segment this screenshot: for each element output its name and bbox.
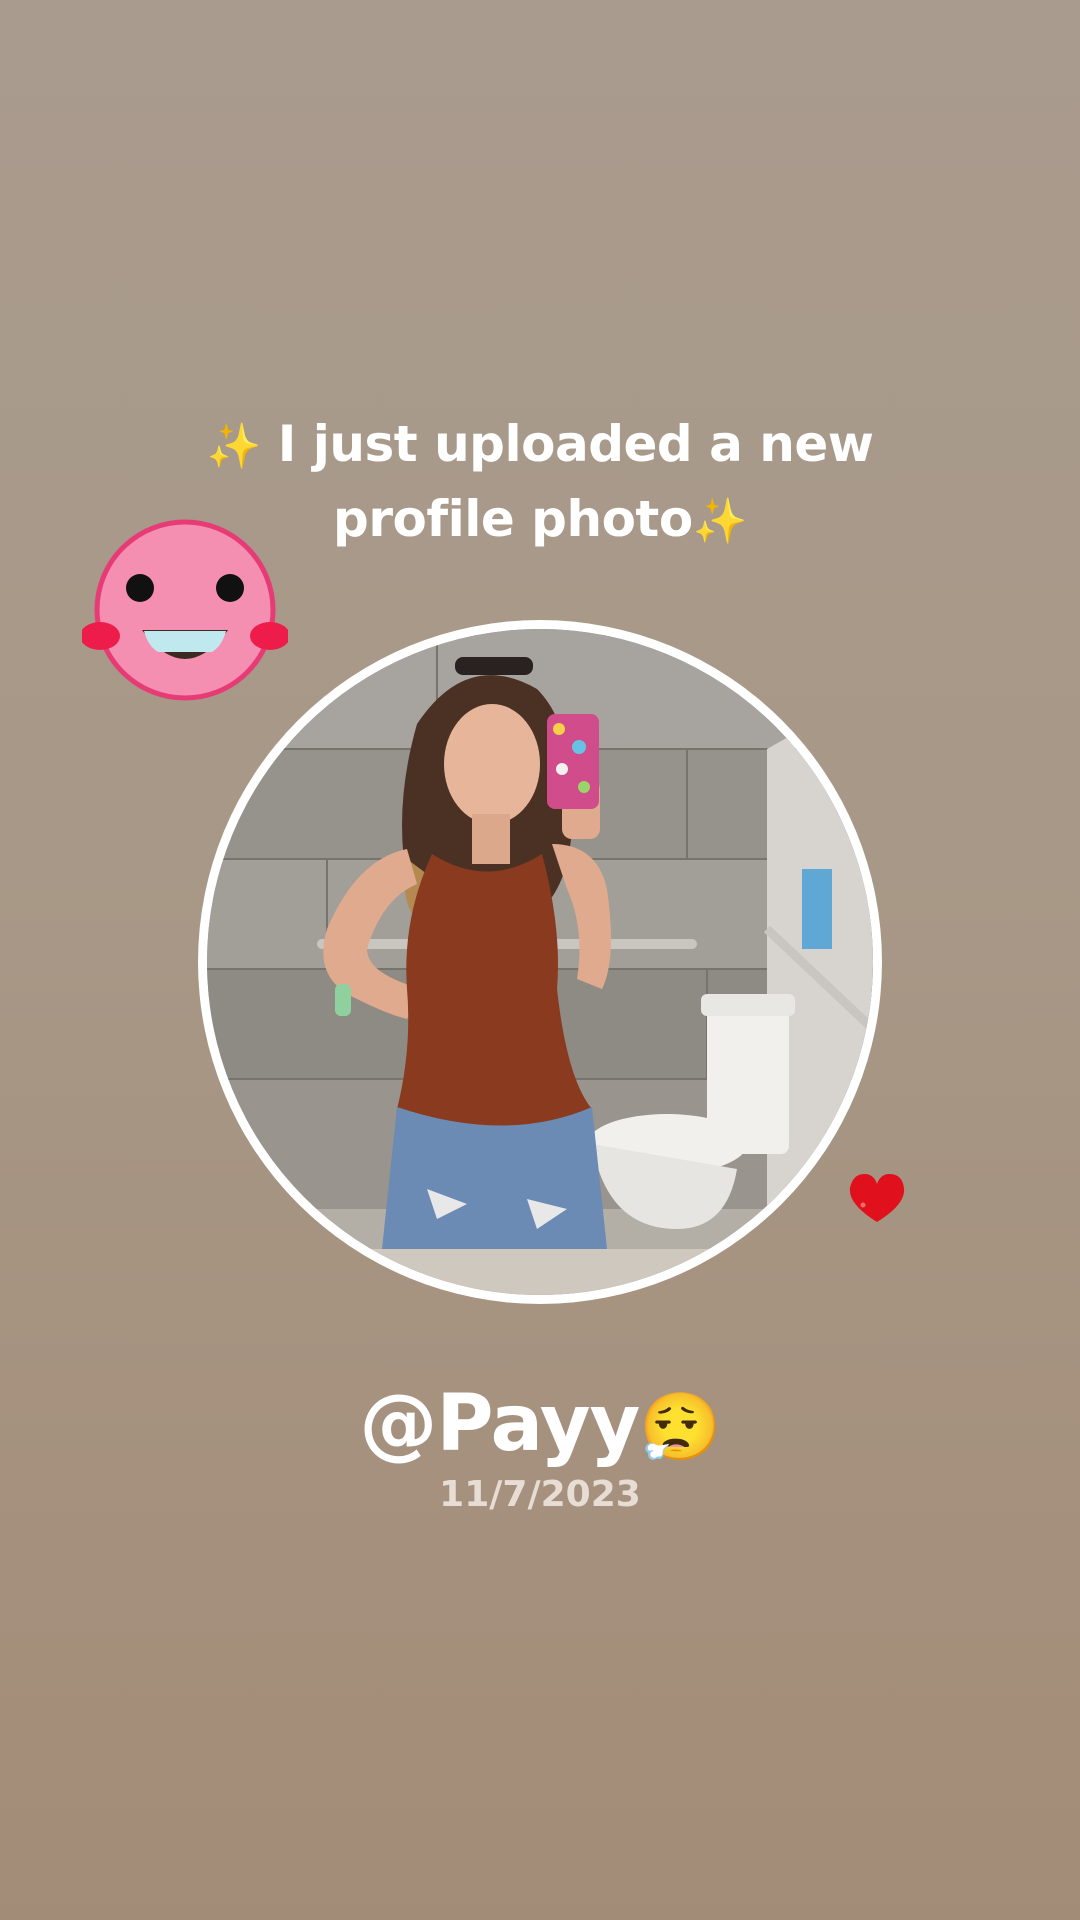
heart-icon: [849, 1173, 905, 1222]
sparkles-icon: ✨: [206, 421, 262, 472]
smiley-face-sticker: [80, 518, 290, 702]
username-label: @Payy😮‍💨: [240, 1378, 840, 1474]
profile-photo-frame: [198, 620, 882, 1304]
username-text: @Payy: [359, 1379, 640, 1469]
post-date: 11/7/2023: [439, 1474, 641, 1515]
smiley-face-icon: [80, 519, 290, 701]
sparkles-icon-end: ✨: [692, 496, 748, 547]
red-heart-sticker: [846, 1170, 908, 1226]
exhaling-face-icon: 😮‍💨: [639, 1389, 721, 1466]
profile-photo: [207, 629, 873, 1295]
headline-text: I just uploaded a new profile photo: [277, 415, 874, 548]
